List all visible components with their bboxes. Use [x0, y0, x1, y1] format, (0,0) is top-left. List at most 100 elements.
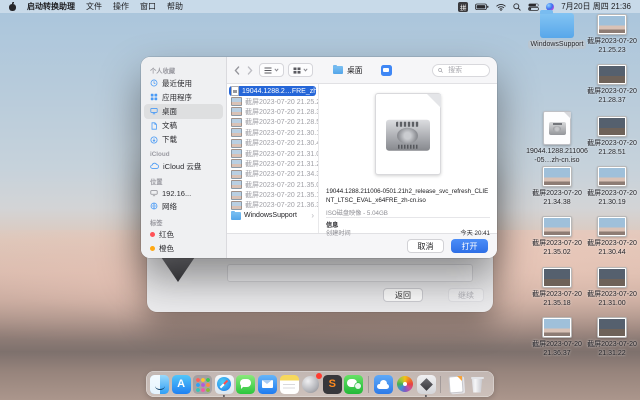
desktop: 启动转换助理 文件 操作 窗口 帮助 拼 7月20日 周四 21:36: [0, 0, 640, 400]
wifi-icon[interactable]: [496, 3, 506, 11]
file-row-screenshot[interactable]: 截屏2023-07-20 21.30.19: [227, 128, 318, 138]
file-row-windowssupport[interactable]: WindowsSupport ›: [227, 211, 318, 221]
image-file-icon: [231, 159, 242, 168]
desktop-icon-screenshot[interactable]: 截屏2023-07-20 21.35.18: [526, 267, 588, 308]
view-mode-button[interactable]: [259, 63, 284, 77]
menu-window[interactable]: 窗口: [140, 1, 156, 12]
dock-wechat-icon[interactable]: [344, 375, 363, 394]
preview-created-row: 创建时间 今天 20:41: [326, 228, 490, 237]
app-menu[interactable]: 启动转换助理: [27, 1, 75, 12]
desktop-icon-label: 截屏2023-07-20 21.31.00: [581, 290, 640, 308]
screenshot-thumbnail-icon: [542, 166, 572, 187]
sidebar-item-tag-orange[interactable]: 橙色: [141, 242, 226, 256]
file-row-screenshot[interactable]: 截屏2023-07-20 21.28.51: [227, 117, 318, 127]
image-file-icon: [231, 201, 242, 210]
open-button[interactable]: 打开: [451, 239, 488, 253]
control-center-icon[interactable]: [528, 3, 539, 11]
file-row-screenshot[interactable]: 截屏2023-07-20 21.31.22: [227, 159, 318, 169]
location-popup[interactable]: 桌面: [333, 65, 363, 76]
input-method-icon[interactable]: 拼: [458, 2, 468, 12]
sidebar-item-tag-yellow[interactable]: 黄色: [141, 256, 226, 258]
sidebar-item-downloads[interactable]: 下载: [141, 133, 226, 147]
desktop-icon-screenshot[interactable]: 截屏2023-07-20 21.28.37: [581, 64, 640, 105]
sidebar-item-applications[interactable]: 应用程序: [141, 90, 226, 104]
sidebar-item-icloud-drive[interactable]: iCloud 云盘: [141, 159, 226, 173]
battery-icon[interactable]: [475, 3, 489, 11]
back-icon[interactable]: [234, 66, 240, 75]
file-row-screenshot[interactable]: 截屏2023-07-20 21.25.23: [227, 96, 318, 106]
screenshot-thumbnail-icon: [597, 166, 627, 187]
file-row-screenshot[interactable]: 截屏2023-07-20 21.35.02: [227, 180, 318, 190]
desktop-icon-screenshot[interactable]: 截屏2023-07-20 21.31.00: [581, 267, 640, 308]
cancel-button[interactable]: 取消: [407, 239, 444, 253]
folder-icon: [231, 212, 241, 220]
sidebar-item-network[interactable]: 网络: [141, 199, 226, 213]
red-tag-icon: [150, 232, 155, 237]
sidebar-item-recents[interactable]: 最近使用: [141, 76, 226, 90]
search-field[interactable]: [432, 64, 490, 77]
desktop-icon-screenshot[interactable]: 截屏2023-07-20 21.31.22: [581, 317, 640, 358]
dock-safari-icon[interactable]: [215, 375, 234, 394]
menu-action[interactable]: 操作: [113, 1, 129, 12]
dock-finder-icon[interactable]: [150, 375, 169, 394]
file-row-screenshot[interactable]: 截屏2023-07-20 21.36.37: [227, 200, 318, 210]
dock-sogou-input-icon[interactable]: S: [323, 375, 342, 394]
back-button[interactable]: 返回: [383, 288, 423, 302]
dock-system-preferences-icon[interactable]: [301, 375, 320, 394]
file-row-iso-selected[interactable]: 19044.1288.2…FRE_zh-cn.iso: [229, 86, 316, 96]
sidebar-item-tag-red[interactable]: 红色: [141, 228, 226, 242]
menu-file[interactable]: 文件: [86, 1, 102, 12]
forward-icon[interactable]: [247, 66, 253, 75]
dock-baidu-netdisk-icon[interactable]: [374, 375, 393, 394]
dock-mail-icon[interactable]: [258, 375, 277, 394]
file-row-screenshot[interactable]: 截屏2023-07-20 21.31.00: [227, 148, 318, 158]
desktop-icon-screenshot[interactable]: 截屏2023-07-20 21.28.51: [581, 116, 640, 157]
desktop-icon-label: 19044.1288.211006-05…zh-cn.iso: [526, 147, 588, 165]
sidebar-section-icloud: iCloud: [141, 147, 226, 159]
dock-bootcamp-assistant-icon[interactable]: [417, 375, 436, 394]
sidebar-item-network-computer[interactable]: 192.16...: [141, 187, 226, 199]
dock-photos-icon[interactable]: [395, 375, 414, 394]
desktop-icon-label: 截屏2023-07-20 21.28.37: [581, 87, 640, 105]
desktop-icon-label: 截屏2023-07-20 21.28.51: [581, 139, 640, 157]
dock-separator: [368, 376, 369, 393]
dock-launchpad-icon[interactable]: [193, 375, 212, 394]
iso-path-field[interactable]: [227, 264, 473, 282]
screenshot-thumbnail-icon: [542, 317, 572, 338]
desktop-icon-windowssupport[interactable]: WindowsSupport: [526, 13, 588, 49]
desktop-icon-screenshot[interactable]: 截屏2023-07-20 21.30.44: [581, 216, 640, 257]
desktop-icon-screenshot[interactable]: 截屏2023-07-20 21.25.23: [581, 14, 640, 55]
desktop-icon-screenshot[interactable]: 截屏2023-07-20 21.34.38: [526, 166, 588, 207]
blue-badge-icon[interactable]: [381, 65, 392, 76]
dock-trash-icon[interactable]: [468, 375, 487, 394]
spotlight-icon[interactable]: [513, 3, 521, 11]
continue-button[interactable]: 继续: [448, 288, 484, 302]
dock-documents-stack-icon[interactable]: [446, 375, 465, 394]
file-row-screenshot[interactable]: 截屏2023-07-20 21.35.18: [227, 190, 318, 200]
group-by-button[interactable]: [288, 63, 313, 77]
sidebar-item-documents[interactable]: 文稿: [141, 119, 226, 133]
desktop-icon-screenshot[interactable]: 截屏2023-07-20 21.30.19: [581, 166, 640, 207]
sidebar-section-favorites: 个人收藏: [141, 62, 226, 76]
dock-messages-icon[interactable]: [236, 375, 255, 394]
desktop-icon-iso[interactable]: 19044.1288.211006-05…zh-cn.iso: [526, 111, 588, 165]
file-row-screenshot[interactable]: 截屏2023-07-20 21.28.37: [227, 107, 318, 117]
created-label: 创建时间: [326, 228, 351, 237]
dock: A S: [146, 371, 494, 397]
sidebar-item-desktop[interactable]: 桌面: [144, 104, 223, 118]
menu-bar-clock[interactable]: 7月20日 周四 21:36: [561, 1, 631, 12]
menu-help[interactable]: 帮助: [167, 1, 183, 12]
dock-appstore-icon[interactable]: A: [172, 375, 191, 394]
desktop-icon-screenshot[interactable]: 截屏2023-07-20 21.36.37: [526, 317, 588, 358]
search-input[interactable]: [446, 66, 484, 75]
sidebar-section-locations: 位置: [141, 173, 226, 187]
apple-menu-icon[interactable]: [9, 3, 16, 11]
group-icon: [293, 67, 301, 74]
file-row-screenshot[interactable]: 截屏2023-07-20 21.30.44: [227, 138, 318, 148]
desktop-icon-screenshot[interactable]: 截屏2023-07-20 21.35.02: [526, 216, 588, 257]
image-file-icon: [231, 149, 242, 158]
screenshot-thumbnail-icon: [597, 64, 627, 85]
file-row-screenshot[interactable]: 截屏2023-07-20 21.34.38: [227, 169, 318, 179]
chevron-down-icon: [274, 68, 279, 72]
dock-notes-icon[interactable]: [280, 375, 299, 394]
